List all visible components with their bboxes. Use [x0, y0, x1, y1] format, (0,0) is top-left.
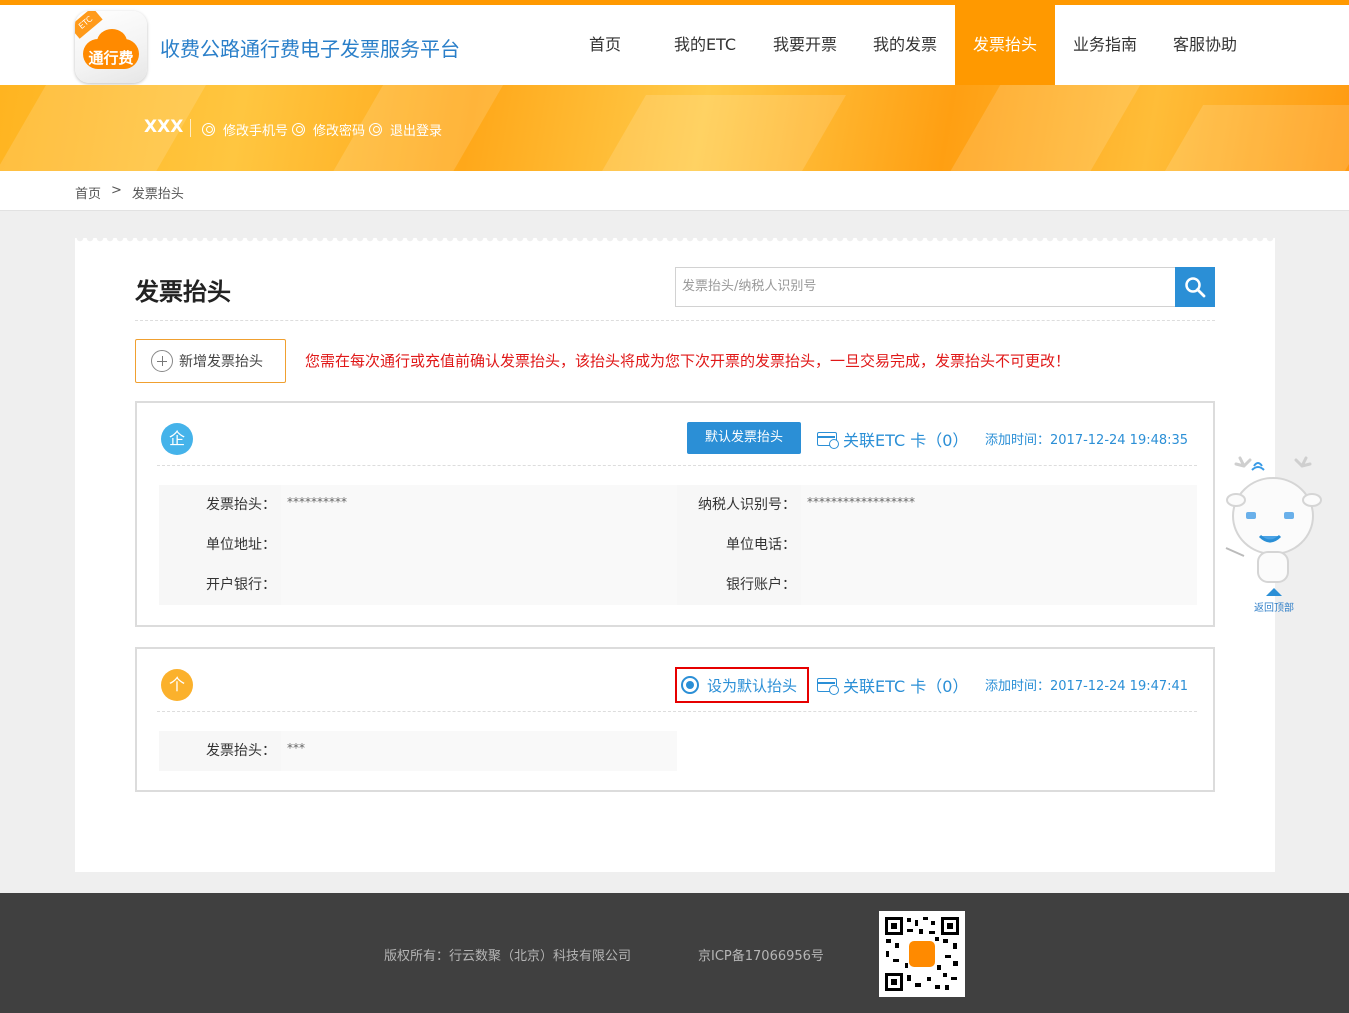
- breadcrumb-home[interactable]: 首页: [75, 183, 101, 202]
- nav-my-etc[interactable]: 我的ETC: [655, 5, 755, 85]
- site-footer: 版权所有：行云数聚（北京）科技有限公司 京ICP备17066956号: [0, 893, 1349, 1013]
- search-box: 发票抬头/纳税人识别号: [675, 267, 1215, 307]
- search-button[interactable]: [1175, 267, 1215, 307]
- etc-card-icon: [817, 678, 839, 695]
- linked-etc-label: 关联ETC 卡（0）: [843, 677, 969, 696]
- site-logo[interactable]: 通行费 ETC: [75, 11, 147, 83]
- etc-card-icon: [817, 432, 839, 449]
- added-time: 添加时间：2017-12-24 19:47:41: [985, 679, 1189, 694]
- radio-icon: [681, 676, 699, 694]
- set-default-button[interactable]: 设为默认抬头: [675, 667, 809, 703]
- change-phone-link[interactable]: 修改手机号: [202, 120, 288, 139]
- user-divider: [190, 119, 191, 137]
- enterprise-badge: 企: [161, 423, 193, 455]
- site-header: 通行费 ETC 收费公路通行费电子发票服务平台 首页 我的ETC 我要开票 我的…: [0, 5, 1349, 85]
- user-icon: [292, 123, 306, 136]
- qr-code: [879, 911, 965, 997]
- field-value: ******************: [801, 485, 1197, 525]
- qr-code-icon: [883, 915, 961, 993]
- change-password-label: 修改密码: [313, 124, 366, 139]
- nav-home[interactable]: 首页: [555, 5, 655, 85]
- field-value: [281, 565, 677, 605]
- icp-number[interactable]: 京ICP备17066956号: [698, 945, 824, 964]
- breadcrumb-current: 发票抬头: [131, 187, 184, 202]
- back-to-top-mascot[interactable]: 返回顶部: [1222, 456, 1326, 616]
- user-icon: [369, 123, 383, 136]
- nav-my-invoices[interactable]: 我的发票: [855, 5, 955, 85]
- personal-badge: 个: [161, 669, 193, 701]
- back-to-top-label: 返回顶部: [1254, 603, 1294, 614]
- card-divider: [157, 465, 1197, 466]
- breadcrumb-bar: 首页 > 发票抬头: [0, 171, 1349, 211]
- nav-invoice-title[interactable]: 发票抬头: [955, 5, 1055, 85]
- warning-text: 您需在每次通行或充值前确认发票抬头，该抬头将成为您下次开票的发票抬头，一旦交易完…: [305, 352, 1071, 370]
- linked-etc-label: 关联ETC 卡（0）: [843, 431, 969, 450]
- linked-etc-card-link[interactable]: 关联ETC 卡（0）: [817, 673, 968, 697]
- field-value: [801, 565, 1197, 605]
- deer-mascot-icon: [1225, 456, 1322, 596]
- search-icon: [1185, 277, 1206, 298]
- breadcrumb-separator: >: [111, 183, 122, 198]
- logout-link[interactable]: 退出登录: [369, 120, 442, 139]
- logo-text: 通行费: [88, 49, 134, 67]
- page-title: 发票抬头: [135, 278, 231, 306]
- field-label: 纳税人识别号：: [698, 497, 796, 513]
- plus-circle-icon: [151, 350, 173, 372]
- nav-guide[interactable]: 业务指南: [1055, 5, 1155, 85]
- field-label: 开户银行：: [206, 577, 276, 593]
- invoice-title-card: 个 设为默认抬头 关联ETC 卡（0） 添加时间：2017-12-24 19:4…: [135, 647, 1215, 792]
- breadcrumb: 首页 > 发票抬头: [75, 183, 194, 202]
- panel-zigzag-edge: [75, 238, 1275, 246]
- add-invoice-title-button[interactable]: 新增发票抬头: [135, 339, 286, 383]
- main-nav: 首页 我的ETC 我要开票 我的发票 发票抬头 业务指南 客服协助: [555, 5, 1255, 85]
- nav-support[interactable]: 客服协助: [1155, 5, 1255, 85]
- set-default-label: 设为默认抬头: [707, 676, 798, 695]
- copyright-text: 版权所有：行云数聚（北京）科技有限公司: [384, 949, 632, 964]
- user-icon: [202, 123, 215, 136]
- user-banner: XXX 修改手机号 修改密码 退出登录: [0, 85, 1349, 171]
- content-panel: 发票抬头 发票抬头/纳税人识别号 新增发票抬头 您需在每次通行或充值前确认发票抬…: [75, 238, 1275, 872]
- linked-etc-card-link[interactable]: 关联ETC 卡（0）: [817, 427, 968, 451]
- field-label: 发票抬头：: [206, 497, 276, 513]
- default-title-button[interactable]: 默认发票抬头: [687, 422, 801, 454]
- field-label: 单位电话：: [726, 537, 796, 553]
- search-input[interactable]: 发票抬头/纳税人识别号: [675, 267, 1175, 307]
- invoice-title-card: 企 默认发票抬头 关联ETC 卡（0） 添加时间：2017-12-24 19:4…: [135, 401, 1215, 627]
- field-label: 单位地址：: [206, 537, 276, 553]
- user-name: XXX: [144, 117, 184, 137]
- add-button-label: 新增发票抬头: [179, 354, 263, 370]
- change-password-link[interactable]: 修改密码: [292, 120, 365, 139]
- user-links: 修改手机号 修改密码 退出登录: [202, 120, 446, 139]
- title-divider: [135, 320, 1215, 321]
- field-value: **********: [281, 485, 677, 525]
- card-divider: [157, 711, 1197, 712]
- added-time: 添加时间：2017-12-24 19:48:35: [985, 433, 1189, 448]
- field-value: ***: [281, 731, 677, 771]
- field-value: [801, 525, 1197, 565]
- field-value: [281, 525, 677, 565]
- logout-label: 退出登录: [390, 124, 443, 139]
- site-title[interactable]: 收费公路通行费电子发票服务平台: [160, 33, 460, 62]
- field-label: 银行账户：: [726, 577, 796, 593]
- field-label: 发票抬头：: [206, 743, 276, 759]
- change-phone-label: 修改手机号: [223, 124, 289, 139]
- nav-issue-invoice[interactable]: 我要开票: [755, 5, 855, 85]
